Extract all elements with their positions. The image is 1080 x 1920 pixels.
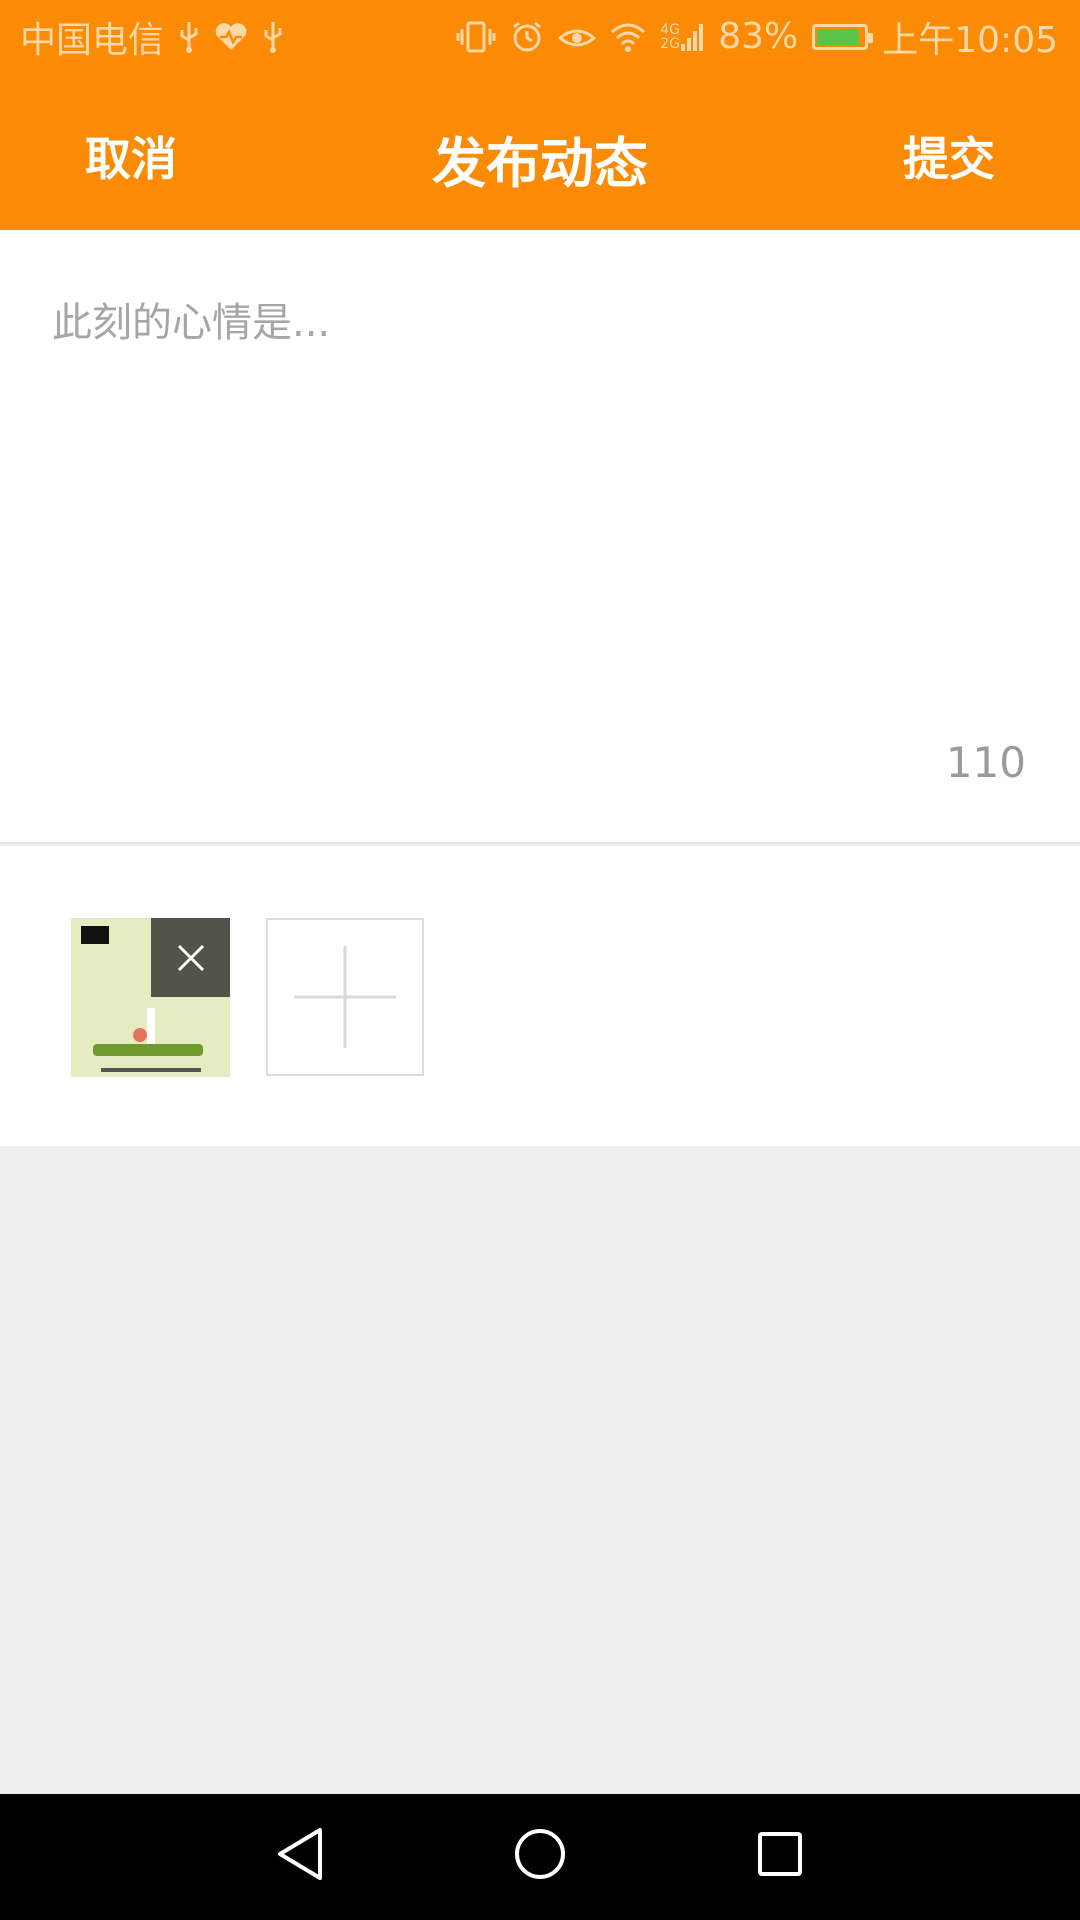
recents-icon[interactable]: [755, 1824, 805, 1888]
add-image-button[interactable]: [266, 918, 424, 1076]
eye-icon: [558, 22, 597, 52]
back-icon[interactable]: [272, 1824, 328, 1888]
thumb-ground: [93, 1044, 203, 1056]
delete-image-button[interactable]: [151, 918, 230, 997]
status-bar-left: 中国电信: [20, 11, 284, 63]
signal-icon: 4G 2G: [660, 22, 704, 52]
battery-fill: [817, 28, 859, 45]
network-label: 4G 2G: [660, 21, 680, 52]
alarm-icon: [510, 20, 544, 54]
image-thumbnail[interactable]: [71, 918, 230, 1077]
usb-icon: [178, 20, 200, 54]
clock: 上午10:05: [882, 19, 1058, 61]
submit-button[interactable]: 提交: [903, 123, 995, 189]
char-counter: 110: [945, 738, 1026, 787]
image-picker: [0, 846, 1080, 1146]
carrier-label: 中国电信: [20, 19, 165, 61]
app-header: 取消 发布动态 提交: [0, 73, 1080, 230]
vibrate-icon: [456, 20, 496, 54]
health-icon: [214, 22, 248, 52]
compose-area: 110: [0, 230, 1080, 844]
thumb-caption: [101, 1068, 201, 1072]
system-nav-bar: [0, 1794, 1080, 1920]
wifi-icon: [610, 22, 646, 52]
mood-input[interactable]: [52, 290, 1032, 710]
thumb-logo: [81, 926, 109, 944]
thumb-graphic: [147, 1008, 155, 1048]
plus-icon: [294, 946, 396, 1048]
battery-icon: [812, 23, 874, 50]
usb-icon: [262, 20, 284, 54]
thumb-flower: [133, 1028, 147, 1042]
status-bar-right: 4G 2G 83% 上午10:05: [456, 11, 1058, 63]
status-bar: 中国电信 4G 2G 83% 上午10:05: [0, 0, 1080, 73]
battery-percent: 83%: [718, 16, 799, 57]
home-icon[interactable]: [513, 1824, 567, 1888]
close-icon: [177, 944, 204, 971]
